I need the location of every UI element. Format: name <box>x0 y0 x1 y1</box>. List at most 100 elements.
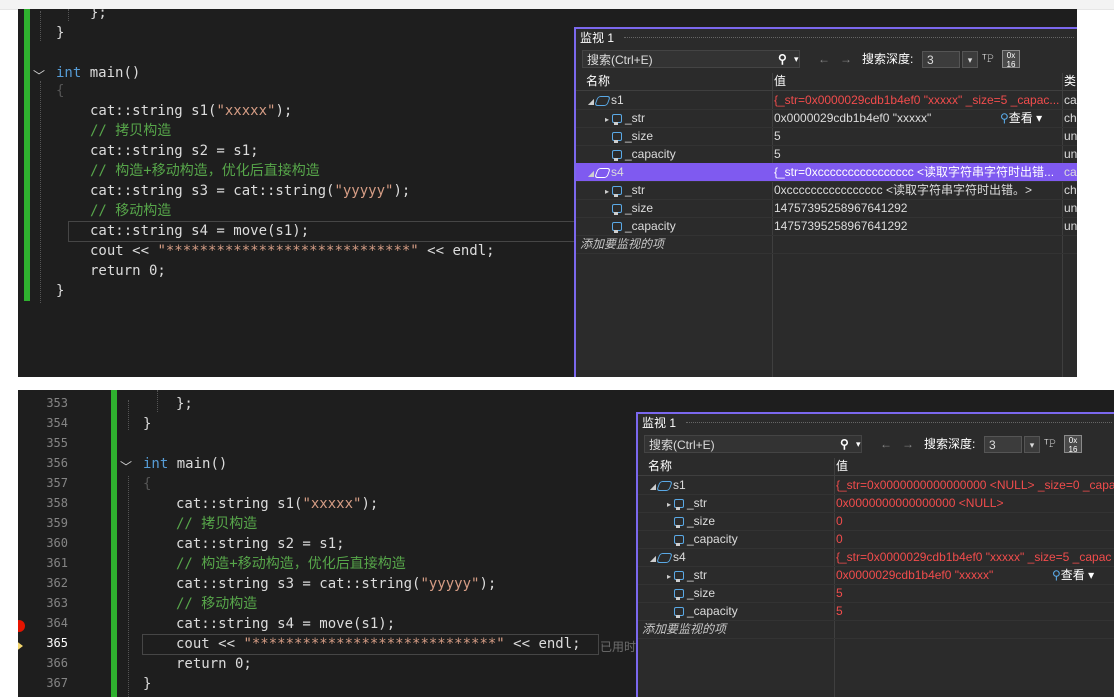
watch-row[interactable]: ▸ _str 0x0000029cdb1b4ef0 "xxxxx" ⚲查看 ▾ c… <box>576 109 1077 128</box>
watch-name: _capacity <box>625 147 676 161</box>
watch-value: {_str=0xcccccccccccccccc <读取字符串字符时出错... <box>774 165 1055 179</box>
hex-display-icon[interactable]: 0x 16 <box>1002 50 1020 69</box>
text-visualizer-button[interactable]: ⚲查看 ▾ <box>1052 566 1094 584</box>
search-depth-select[interactable]: 3 <box>984 436 1022 453</box>
string-literal: "*****************************" <box>157 243 419 259</box>
search-forward-arrow-icon[interactable]: → <box>840 50 852 68</box>
magnifier-icon: ⚲ <box>1052 568 1061 582</box>
pin-icon[interactable]: ᵀ𝙿 <box>1044 435 1057 453</box>
watch-name: _capacity <box>687 532 738 546</box>
column-header-value[interactable]: 值 <box>836 458 1114 475</box>
collapse-chevron-icon[interactable]: ﹀ <box>33 67 45 84</box>
watch-row[interactable]: _capacity 0 <box>638 530 1114 549</box>
watch-row[interactable]: _capacity 5 un <box>576 145 1077 164</box>
text-visualizer-button[interactable]: ⚲查看 ▾ <box>1000 109 1042 127</box>
code-line: { <box>143 476 152 492</box>
search-back-arrow-icon[interactable]: ← <box>880 435 892 453</box>
code-line: cat::string s2 = s1; <box>176 536 345 552</box>
search-back-arrow-icon[interactable]: ← <box>818 50 830 68</box>
elapsed-time-hint: 已用时 <box>600 640 637 654</box>
member-field-icon <box>674 499 684 511</box>
watch-row[interactable]: ▸ _str 0x0000029cdb1b4ef0 "xxxxx" ⚲查看 ▾ <box>638 566 1114 585</box>
column-header-name[interactable]: 名称 <box>576 73 776 90</box>
code-line: } <box>56 25 65 41</box>
line-number: 354 <box>46 416 68 430</box>
line-number-current: 365 <box>46 636 68 650</box>
watch-row[interactable]: _size 0 <box>638 512 1114 531</box>
watch-value: 5 <box>836 586 843 600</box>
watch-row[interactable]: _size 5 un <box>576 127 1077 146</box>
watch-row[interactable]: _capacity 5 <box>638 602 1114 621</box>
watch-name: _str <box>625 183 646 197</box>
code-text: ); <box>361 496 379 512</box>
change-margin <box>111 390 117 697</box>
search-depth-select[interactable]: 3 <box>922 51 960 68</box>
watch-row-selected[interactable]: ◢ s4 {_str=0xcccccccccccccccc <读取字符串字符时出错… <box>576 163 1077 182</box>
watch-row[interactable]: ▸ _str 0xcccccccccccccccc <读取字符串字符时出错。> c… <box>576 181 1077 200</box>
search-forward-arrow-icon[interactable]: → <box>902 435 914 453</box>
watch-value: {_str=0x0000029cdb1b4ef0 "xxxxx" _size=5… <box>774 93 1060 107</box>
add-watch-row[interactable]: 添加要监视的项 <box>638 620 1114 639</box>
search-options-dropdown-icon[interactable]: ▾ <box>856 435 861 453</box>
watch-search-input[interactable]: 搜索(Ctrl+E) <box>644 435 862 453</box>
string-literal: "yyyyy" <box>420 576 480 592</box>
code-line: return 0; <box>90 263 166 279</box>
watch-row[interactable]: ◢ s1 {_str=0x0000029cdb1b4ef0 "xxxxx" _si… <box>576 91 1077 110</box>
title-grip <box>624 37 1074 40</box>
magnifier-icon: ⚲ <box>1000 111 1009 125</box>
code-comment: // 拷贝构造 <box>90 123 172 139</box>
column-header-value[interactable]: 值 <box>774 73 1064 90</box>
breakpoint-icon[interactable] <box>18 620 25 632</box>
code-line: cat::string s2 = s1; <box>90 143 259 159</box>
add-watch-placeholder[interactable]: 添加要监视的项 <box>638 620 832 638</box>
search-options-dropdown-icon[interactable]: ▾ <box>794 50 799 68</box>
line-number: 357 <box>46 476 68 490</box>
watch-row[interactable]: ◢ s1 {_str=0x0000000000000000 <NULL> _siz… <box>638 476 1114 495</box>
watch-header-row: 名称 值 <box>638 458 1114 476</box>
search-icon[interactable]: ⚲ <box>840 435 849 453</box>
object-icon <box>594 95 611 106</box>
add-watch-row[interactable]: 添加要监视的项 <box>576 235 1077 254</box>
code-line-main: int main() <box>143 454 227 474</box>
string-literal: "yyyyy" <box>334 183 394 199</box>
code-comment: // 移动构造 <box>176 596 258 612</box>
watch-search-input[interactable]: 搜索(Ctrl+E) <box>582 50 800 68</box>
watch-name: s4 <box>673 550 686 564</box>
watch-row[interactable]: _size 5 <box>638 584 1114 603</box>
viewer-label: 查看 ▾ <box>1008 111 1043 125</box>
search-depth-dropdown-icon[interactable]: ▾ <box>1024 436 1040 453</box>
member-field-icon <box>674 517 684 529</box>
watch-name: s4 <box>611 165 624 179</box>
watch-row[interactable]: _capacity 14757395258967641292 un <box>576 217 1077 236</box>
watch-value: 5 <box>774 147 781 161</box>
watch-row[interactable]: ▸ _str 0x0000000000000000 <NULL> <box>638 494 1114 513</box>
add-watch-placeholder[interactable]: 添加要监视的项 <box>576 235 770 253</box>
code-line: cat::string s1("xxxxx"); <box>90 101 292 121</box>
object-icon <box>656 552 673 563</box>
search-depth-dropdown-icon[interactable]: ▾ <box>962 51 978 68</box>
code-line: cat::string s3 = cat::string("yyyyy"); <box>176 574 496 594</box>
code-line: { <box>56 83 65 99</box>
pin-icon[interactable]: ᵀ𝙿 <box>982 50 995 68</box>
collapse-chevron-icon[interactable]: ﹀ <box>120 458 132 475</box>
code-line: cat::string s4 = move(s1); <box>90 223 310 239</box>
watch-row[interactable]: ◢ s4 {_str=0x0000029cdb1b4ef0 "xxxxx" _si… <box>638 548 1114 567</box>
watch-value: 14757395258967641292 <box>774 201 908 215</box>
watch-title: 监视 1 <box>638 414 1114 432</box>
code-text: cout << <box>90 243 158 259</box>
code-line: }; <box>176 396 193 412</box>
code-text: cat::string s3 = cat::string( <box>90 183 335 199</box>
code-text: ); <box>479 576 497 592</box>
keyword: int <box>143 456 169 472</box>
watch-type: ca <box>1064 93 1077 107</box>
watch-value: {_str=0x0000000000000000 <NULL> _size=0 … <box>836 478 1114 492</box>
watch-title: 监视 1 <box>576 29 1077 47</box>
watch-type: un <box>1064 147 1077 161</box>
column-header-type[interactable]: 类 <box>1064 73 1077 90</box>
hex-display-icon[interactable]: 0x 16 <box>1064 435 1082 454</box>
watch-toolbar: 搜索(Ctrl+E) ⚲ ▾ ← → 搜索深度: 3 ▾ ᵀ𝙿 0x 16 <box>576 48 1077 72</box>
search-icon[interactable]: ⚲ <box>778 50 787 68</box>
watch-row[interactable]: _size 14757395258967641292 un <box>576 199 1077 218</box>
watch-name: s1 <box>673 478 686 492</box>
column-header-name[interactable]: 名称 <box>638 458 838 475</box>
